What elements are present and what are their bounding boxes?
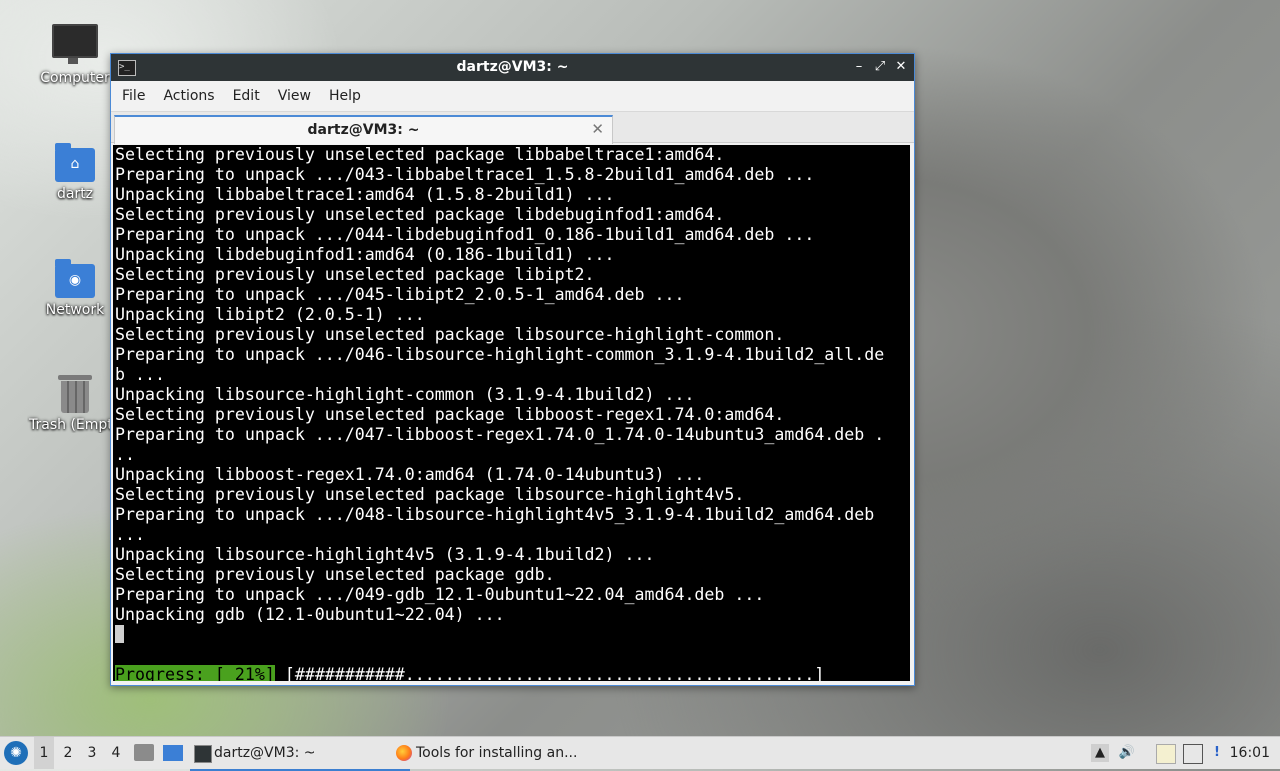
start-menu-icon[interactable]: ✺ (4, 741, 28, 765)
file-manager-launcher-icon[interactable] (134, 744, 154, 761)
workspace-4[interactable]: 4 (106, 737, 126, 769)
terminal-line: Selecting previously unselected package … (115, 265, 595, 284)
menubar: File Actions Edit View Help (111, 81, 914, 112)
tab-close-icon[interactable]: ✕ (591, 120, 604, 138)
terminal-task-icon (194, 745, 212, 763)
task-label: dartz@VM3: ~ (214, 745, 316, 761)
terminal-line: .. (115, 445, 135, 464)
workspace-3[interactable]: 3 (82, 737, 102, 769)
terminal-line: Selecting previously unselected package … (115, 565, 555, 584)
terminal-line: Preparing to unpack .../043-libbabeltrac… (115, 165, 815, 184)
terminal-cursor-line (113, 625, 910, 645)
terminal-line: Selecting previously unselected package … (115, 145, 725, 164)
menu-help[interactable]: Help (320, 81, 370, 111)
terminal-line: Selecting previously unselected package … (115, 485, 745, 504)
terminal-line: Selecting previously unselected package … (115, 405, 785, 424)
text-cursor (115, 625, 124, 643)
terminal-line: Unpacking libsource-highlight-common (3.… (115, 385, 695, 404)
terminal-line: Unpacking libboost-regex1.74.0:amd64 (1.… (115, 465, 705, 484)
task-label: Tools for installing an... (416, 745, 578, 761)
desktop-icon-label: Network (45, 302, 105, 318)
desktop-icon-computer[interactable]: Computer (27, 24, 123, 86)
menu-edit[interactable]: Edit (224, 81, 269, 111)
minimize-icon[interactable]: – (850, 58, 868, 76)
window-title: dartz@VM3: ~ (456, 59, 569, 75)
terminal-line: b ... (115, 365, 165, 384)
terminal-line: Unpacking libipt2 (2.0.5-1) ... (115, 305, 425, 324)
terminal-line: Selecting previously unselected package … (115, 325, 785, 344)
window-titlebar[interactable]: >_ dartz@VM3: ~ – ⤢ ✕ (111, 54, 914, 81)
home-folder-icon: ⌂ (55, 143, 95, 182)
desktop-icon-trash[interactable]: Trash (Empty) (27, 375, 123, 433)
firefox-icon (396, 745, 412, 761)
terminal-line: Preparing to unpack .../044-libdebuginfo… (115, 225, 815, 244)
progress-label: Progress: [ 21%] (115, 665, 275, 681)
terminal-line: Preparing to unpack .../048-libsource-hi… (115, 505, 875, 524)
maximize-icon[interactable]: ⤢ (871, 58, 889, 76)
progress-line: Progress: [ 21%] [###########...........… (113, 665, 910, 681)
tab-bar: dartz@VM3: ~ ✕ (111, 112, 914, 144)
network-icon[interactable] (1183, 744, 1203, 764)
taskbar-item-terminal[interactable]: dartz@VM3: ~ (190, 737, 410, 771)
menu-view[interactable]: View (269, 81, 320, 111)
tab-terminal[interactable]: dartz@VM3: ~ ✕ (114, 115, 613, 144)
terminal-line: Selecting previously unselected package … (115, 205, 725, 224)
terminal-line: Unpacking libbabeltrace1:amd64 (1.5.8-2b… (115, 185, 615, 204)
terminal-line: Preparing to unpack .../047-libboost-reg… (115, 425, 885, 444)
desktop-icon-label: Trash (Empty) (29, 417, 123, 433)
taskbar: ✺ 1 2 3 4 dartz@VM3: ~ Tools for install… (0, 736, 1280, 771)
desktop-icon-network[interactable]: ◉ Network (27, 259, 123, 318)
menu-file[interactable]: File (111, 81, 154, 111)
progress-bar: [###########............................… (274, 665, 825, 681)
terminal-line: Unpacking libsource-highlight4v5 (3.1.9-… (115, 545, 655, 564)
terminal-line: Preparing to unpack .../045-libipt2_2.0.… (115, 285, 685, 304)
computer-icon (52, 24, 98, 64)
show-desktop-icon[interactable] (163, 745, 183, 761)
volume-icon[interactable]: 🔊 (1118, 744, 1136, 762)
desktop-icon-label: dartz (56, 186, 94, 202)
taskbar-item-firefox[interactable]: Tools for installing an... (392, 737, 626, 769)
workspace-2[interactable]: 2 (58, 737, 78, 769)
terminal-line: Preparing to unpack .../049-gdb_12.1-0ub… (115, 585, 765, 604)
terminal-line: ... (115, 525, 145, 544)
tab-label: dartz@VM3: ~ (307, 122, 420, 138)
terminal-window[interactable]: >_ dartz@VM3: ~ – ⤢ ✕ File Actions Edit Vie… (110, 53, 915, 686)
tray-scroll-icon[interactable]: ▲ (1091, 744, 1109, 762)
close-icon[interactable]: ✕ (892, 58, 910, 76)
terminal-line: Unpacking libdebuginfod1:amd64 (0.186-1b… (115, 245, 615, 264)
desktop-icon-label: Computer (40, 70, 110, 86)
desktop-icon-home[interactable]: ⌂ dartz (27, 143, 123, 202)
trash-icon (58, 375, 92, 413)
notification-icon[interactable]: ! (1208, 744, 1226, 762)
clipboard-icon[interactable] (1156, 744, 1176, 764)
terminal-line: Preparing to unpack .../046-libsource-hi… (115, 345, 885, 364)
clock[interactable]: 16:01 (1230, 737, 1270, 769)
terminal-line: Unpacking gdb (12.1-0ubuntu1~22.04) ... (115, 605, 505, 624)
terminal-blank-line (113, 645, 910, 665)
terminal-lines: Selecting previously unselected package … (113, 145, 910, 625)
terminal-output[interactable]: Selecting previously unselected package … (113, 145, 910, 681)
workspace-1[interactable]: 1 (34, 737, 54, 769)
menu-actions[interactable]: Actions (154, 81, 223, 111)
network-folder-icon: ◉ (55, 259, 95, 298)
